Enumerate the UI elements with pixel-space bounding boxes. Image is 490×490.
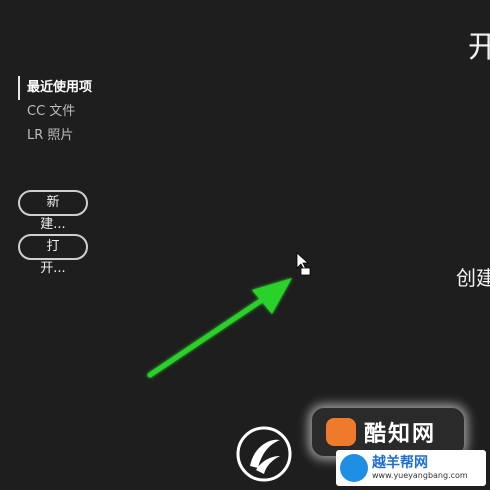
sidebar-item-label: 最近使用项	[27, 80, 93, 95]
watermark-site: 越羊帮网 www.yueyangbang.com	[336, 450, 486, 486]
open-button[interactable]: 打开...	[18, 234, 88, 276]
create-heading: 创建	[456, 266, 490, 290]
sidebar-item-recent[interactable]: 最近使用项	[18, 76, 158, 100]
watermark-badge: 酷知网	[312, 408, 464, 456]
watermark-site-name: 越羊帮网	[372, 455, 428, 471]
watermark-badge-text: 酷知网	[364, 422, 437, 447]
sidebar-item-label: CC 文件	[27, 104, 76, 119]
sidebar-nav: 最近使用项 CC 文件 LR 照片	[18, 76, 158, 148]
new-button[interactable]: 新建...	[18, 190, 88, 232]
page-title: 开	[468, 30, 490, 65]
watermark-leaf-icon	[236, 426, 292, 482]
start-screen: 最近使用项 CC 文件 LR 照片 新建... 打开... 开 创建 酷知网 越…	[0, 0, 490, 490]
mouse-cursor-icon	[296, 252, 311, 276]
sidebar-item-cc-files[interactable]: CC 文件	[18, 100, 158, 124]
watermark-site-url: www.yueyangbang.com	[372, 471, 468, 480]
watermark-site-icon	[340, 454, 368, 482]
watermark-badge-icon	[326, 418, 356, 446]
sidebar-item-label: LR 照片	[27, 128, 74, 143]
sidebar-item-lr-photos[interactable]: LR 照片	[18, 124, 158, 148]
